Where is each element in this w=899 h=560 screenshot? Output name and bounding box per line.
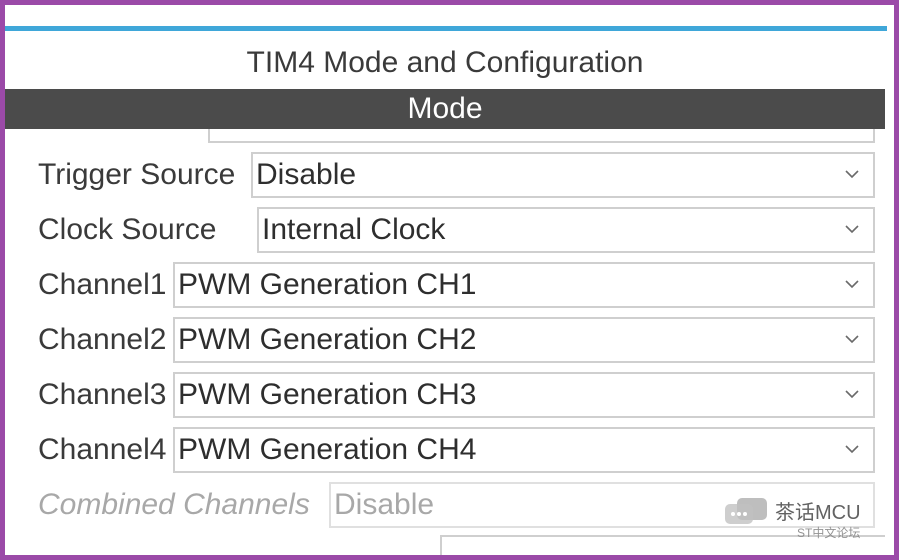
- channel4-value: PWM Generation CH4: [178, 433, 477, 466]
- chat-bubble-icon: [725, 498, 767, 524]
- panel-title: TIM4 Mode and Configuration: [246, 46, 644, 79]
- channel3-value: PWM Generation CH3: [178, 378, 477, 411]
- combined-channels-value: Disable: [334, 488, 435, 521]
- chevron-down-icon: [845, 335, 859, 344]
- mode-section-header: Mode: [5, 89, 885, 129]
- trigger-source-row: Trigger Source Disable: [0, 152, 899, 198]
- channel1-label: Channel1: [38, 268, 167, 301]
- watermark-subtitle: ST中文论坛: [797, 526, 861, 540]
- channel1-row: Channel1 PWM Generation CH1: [0, 262, 899, 308]
- combined-channels-label: Combined Channels: [38, 488, 310, 521]
- channel2-value: PWM Generation CH2: [178, 323, 477, 356]
- channel2-label: Channel2: [38, 323, 167, 356]
- clock-source-row: Clock Source Internal Clock: [0, 207, 899, 253]
- channel2-row: Channel2 PWM Generation CH2: [0, 317, 899, 363]
- channel1-value: PWM Generation CH1: [178, 268, 477, 301]
- channel3-row: Channel3 PWM Generation CH3: [0, 372, 899, 418]
- clock-source-label: Clock Source: [38, 213, 217, 246]
- channel4-row: Channel4 PWM Generation CH4: [0, 427, 899, 473]
- channel4-label: Channel4: [38, 433, 167, 466]
- accent-rule: [5, 26, 887, 31]
- channel1-select[interactable]: PWM Generation CH1: [173, 262, 875, 308]
- collapsed-field-stub: [208, 129, 875, 143]
- chevron-down-icon: [845, 445, 859, 454]
- chevron-down-icon: [845, 170, 859, 179]
- watermark-name: 茶话MCU: [775, 502, 861, 524]
- channel3-label: Channel3: [38, 378, 167, 411]
- trigger-source-label: Trigger Source: [38, 158, 236, 191]
- trigger-source-select[interactable]: Disable: [251, 152, 875, 198]
- channel3-select[interactable]: PWM Generation CH3: [173, 372, 875, 418]
- channel2-select[interactable]: PWM Generation CH2: [173, 317, 875, 363]
- watermark: 茶话MCU ST中文论坛: [723, 492, 883, 552]
- trigger-source-value: Disable: [256, 158, 357, 191]
- chevron-down-icon: [845, 280, 859, 289]
- clock-source-select[interactable]: Internal Clock: [257, 207, 875, 253]
- channel4-select[interactable]: PWM Generation CH4: [173, 427, 875, 473]
- chevron-down-icon: [845, 225, 859, 234]
- chevron-down-icon: [845, 390, 859, 399]
- clock-source-value: Internal Clock: [262, 213, 446, 246]
